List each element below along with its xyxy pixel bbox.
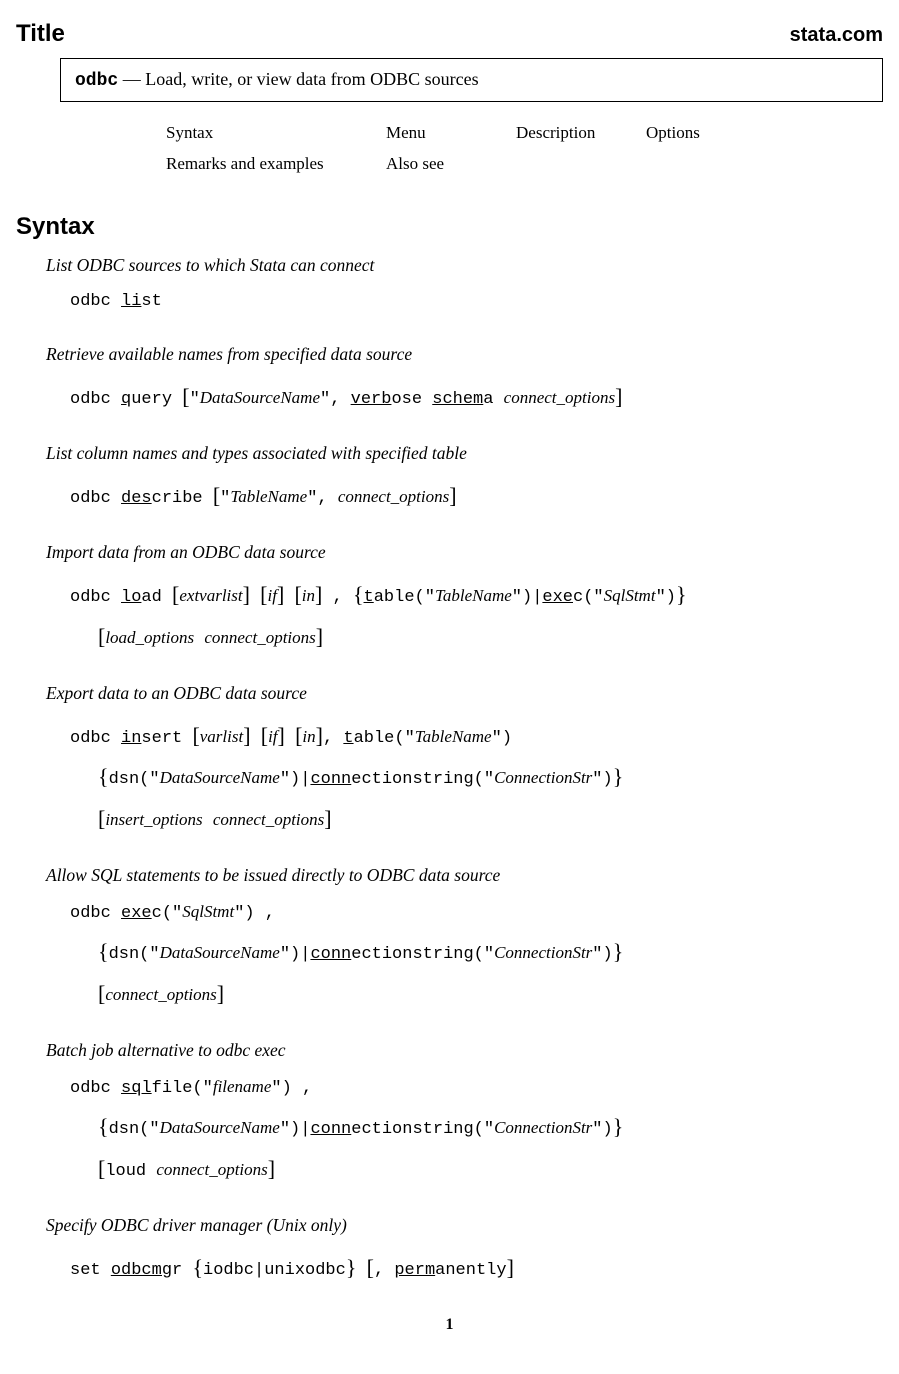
title-box: odbc — Load, write, or view data from OD… [60, 58, 883, 102]
section-heading-syntax: Syntax [16, 213, 883, 241]
code-insert: odbc insert [varlist] [if] [in], table("… [70, 714, 883, 839]
syntax-entry-query: Retrieve available names from specified … [46, 344, 883, 417]
code-odbcmgr: set odbcmgr {iodbc|unixodbc} [, permanen… [70, 1246, 883, 1288]
desc-describe: List column names and types associated w… [46, 443, 883, 464]
title-command: odbc [75, 71, 118, 91]
code-load: odbc load [extvarlist] [if] [in] , {tabl… [70, 573, 883, 657]
syntax-entry-exec: Allow SQL statements to be issued direct… [46, 865, 883, 1014]
page-number: 1 [16, 1316, 883, 1334]
nav-description[interactable]: Description [516, 118, 646, 149]
code-list: odbc list [70, 286, 883, 318]
desc-query: Retrieve available names from specified … [46, 344, 883, 365]
syntax-entry-list: List ODBC sources to which Stata can con… [46, 255, 883, 318]
syntax-entry-describe: List column names and types associated w… [46, 443, 883, 516]
syntax-entry-load: Import data from an ODBC data source odb… [46, 542, 883, 657]
desc-list: List ODBC sources to which Stata can con… [46, 255, 883, 276]
code-describe: odbc describe ["TableName", connect_opti… [70, 474, 883, 516]
desc-odbcmgr: Specify ODBC driver manager (Unix only) [46, 1215, 883, 1236]
nav-options[interactable]: Options [646, 118, 746, 149]
title-heading: Title [16, 20, 65, 48]
nav-syntax[interactable]: Syntax [166, 118, 386, 149]
nav-alsosee[interactable]: Also see [386, 149, 516, 180]
syntax-entry-odbcmgr: Specify ODBC driver manager (Unix only) … [46, 1215, 883, 1288]
site-link[interactable]: stata.com [790, 24, 883, 47]
desc-load: Import data from an ODBC data source [46, 542, 883, 563]
desc-exec: Allow SQL statements to be issued direct… [46, 865, 883, 886]
title-desc: Load, write, or view data from ODBC sour… [145, 69, 478, 89]
code-sqlfile: odbc sqlfile("filename") , {dsn("DataSou… [70, 1071, 883, 1189]
code-query: odbc query ["DataSourceName", verbose sc… [70, 375, 883, 417]
nav-remarks[interactable]: Remarks and examples [166, 149, 386, 180]
syntax-entry-sqlfile: Batch job alternative to odbc exec odbc … [46, 1040, 883, 1189]
nav-links: Syntax Menu Description Options Remarks … [166, 118, 883, 179]
syntax-entry-insert: Export data to an ODBC data source odbc … [46, 683, 883, 839]
desc-insert: Export data to an ODBC data source [46, 683, 883, 704]
nav-menu[interactable]: Menu [386, 118, 516, 149]
desc-sqlfile: Batch job alternative to odbc exec [46, 1040, 883, 1061]
title-sep: — [118, 69, 145, 89]
code-exec: odbc exec("SqlStmt") , {dsn("DataSourceN… [70, 896, 883, 1014]
